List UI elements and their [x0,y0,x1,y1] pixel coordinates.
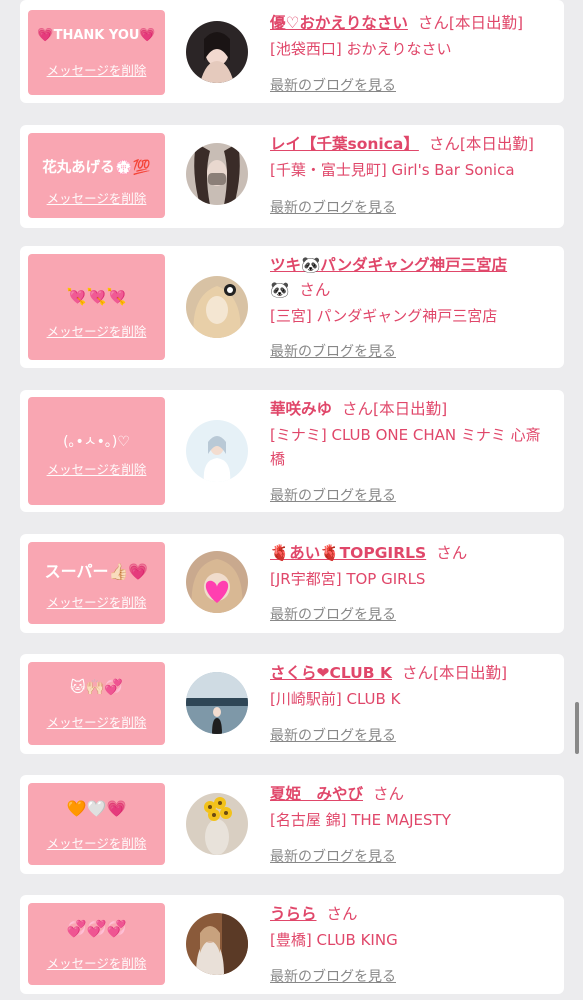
message-text: 💘💘💘 [66,287,127,306]
latest-blog-link[interactable]: 最新のブログを見る [270,604,396,624]
avatar[interactable] [186,143,248,205]
avatar[interactable] [186,420,248,482]
avatar[interactable] [186,913,248,975]
message-box: 💞💞💞 メッセージを削除 [28,903,165,985]
cast-status: さん [436,544,468,562]
shop-text: [川崎駅前] CLUB K [270,690,401,708]
message-text: (｡•ㅅ•｡)♡ [63,434,130,450]
delete-message-link[interactable]: メッセージを削除 [28,321,165,340]
message-box: 🐱🙌🏻💞 メッセージを削除 [28,662,165,745]
message-text: スーパー👍🏻💗 [44,562,149,581]
cast-status: さん [326,905,358,923]
message-box: 花丸あげる💮💯 メッセージを削除 [28,133,165,218]
avatar[interactable] [186,21,248,83]
delete-message-link[interactable]: メッセージを削除 [28,592,165,611]
message-text: 花丸あげる💮💯 [42,160,151,176]
panda-icon: 🐼 [270,281,290,299]
list-item: 💞💞💞 メッセージを削除 うらら さん [豊橋] CLUB KING 最新のブログ… [20,895,564,994]
cast-name-link[interactable]: うらら [270,905,317,923]
message-box: 💗THANK YOU💗 メッセージを削除 [28,10,165,95]
cast-name-link[interactable]: ツキ🐼パンダギャング神戸三宮店 [270,256,507,274]
list-item: 💗THANK YOU💗 メッセージを削除 優♡おかえりなさい さん[本日出勤] [… [20,0,564,103]
delete-message-link[interactable]: メッセージを削除 [28,459,165,478]
delete-message-link[interactable]: メッセージを削除 [28,188,165,207]
cast-name-link[interactable]: さくら❤CLUB K [270,664,392,682]
latest-blog-link[interactable]: 最新のブログを見る [270,966,396,986]
latest-blog-link[interactable]: 最新のブログを見る [270,341,396,361]
cast-name-link[interactable]: 🫀あい🫀TOPGIRLS [270,544,426,562]
latest-blog-link[interactable]: 最新のブログを見る [270,846,396,866]
list-item: スーパー👍🏻💗 メッセージを削除 🫀あい🫀TOPGIRLS さん [JR宇都宮] … [20,534,564,633]
list-item: 💘💘💘 メッセージを削除 ツキ🐼パンダギャング神戸三宮店 🐼 さん [三宮] パン… [20,246,564,368]
shop-text: [千葉・富士見町] Girl's Bar Sonica [270,161,515,179]
shop-text: [豊橋] CLUB KING [270,931,398,949]
cast-status: さん[本日出勤] [417,14,524,32]
message-box: 💘💘💘 メッセージを削除 [28,254,165,360]
avatar[interactable] [186,793,248,855]
delete-message-link[interactable]: メッセージを削除 [28,712,165,731]
message-text: 🐱🙌🏻💞 [70,678,123,696]
shop-text: [三宮] パンダギャング神戸三宮店 [270,307,498,325]
shop-text: [JR宇都宮] TOP GIRLS [270,570,426,588]
cast-status: さん[本日出勤] [428,135,534,153]
cast-status: さん[本日出勤] [402,664,508,682]
cast-name-link[interactable]: 優♡おかえりなさい [270,14,408,32]
avatar[interactable] [186,551,248,613]
shop-text: [池袋西口] おかえりなさい [270,40,452,58]
latest-blog-link[interactable]: 最新のブログを見る [270,75,396,95]
cast-status: さん[本日出勤] [342,400,448,418]
delete-message-link[interactable]: メッセージを削除 [28,953,165,972]
cast-name-link[interactable]: レイ【千葉sonica】 [270,135,419,153]
message-text: 💗THANK YOU💗 [37,28,156,43]
cast-status: さん [299,281,331,299]
list-item: 🧡🤍💗 メッセージを削除 夏姫 みやび さん [名古屋 錦] THE MAJEST… [20,775,564,874]
cast-name-link[interactable]: 華咲みゆ [270,400,332,418]
shop-text: [名古屋 錦] THE MAJESTY [270,811,451,829]
message-box: スーパー👍🏻💗 メッセージを削除 [28,542,165,624]
avatar[interactable] [186,672,248,734]
message-text: 💞💞💞 [66,919,127,938]
shop-text: [ミナミ] CLUB ONE CHAN ミナミ 心斎橋 [270,426,541,468]
avatar[interactable] [186,276,248,338]
list-item: 🐱🙌🏻💞 メッセージを削除 さくら❤CLUB K さん[本日出勤] [川崎駅前] … [20,654,564,754]
delete-message-link[interactable]: メッセージを削除 [28,833,165,852]
message-text: 🧡🤍💗 [66,799,127,818]
cast-status: さん [373,785,405,803]
scrollbar[interactable] [575,702,579,754]
message-box: 🧡🤍💗 メッセージを削除 [28,783,165,865]
message-box: (｡•ㅅ•｡)♡ メッセージを削除 [28,397,165,505]
latest-blog-link[interactable]: 最新のブログを見る [270,485,396,505]
list-item: 花丸あげる💮💯 メッセージを削除 レイ【千葉sonica】 さん[本日出勤] [千… [20,125,564,228]
latest-blog-link[interactable]: 最新のブログを見る [270,197,396,217]
delete-message-link[interactable]: メッセージを削除 [28,60,165,79]
latest-blog-link[interactable]: 最新のブログを見る [270,725,396,745]
list-item: (｡•ㅅ•｡)♡ メッセージを削除 華咲みゆ さん[本日出勤] [ミナミ] CLU… [20,390,564,512]
cast-name-link[interactable]: 夏姫 みやび [270,785,363,803]
